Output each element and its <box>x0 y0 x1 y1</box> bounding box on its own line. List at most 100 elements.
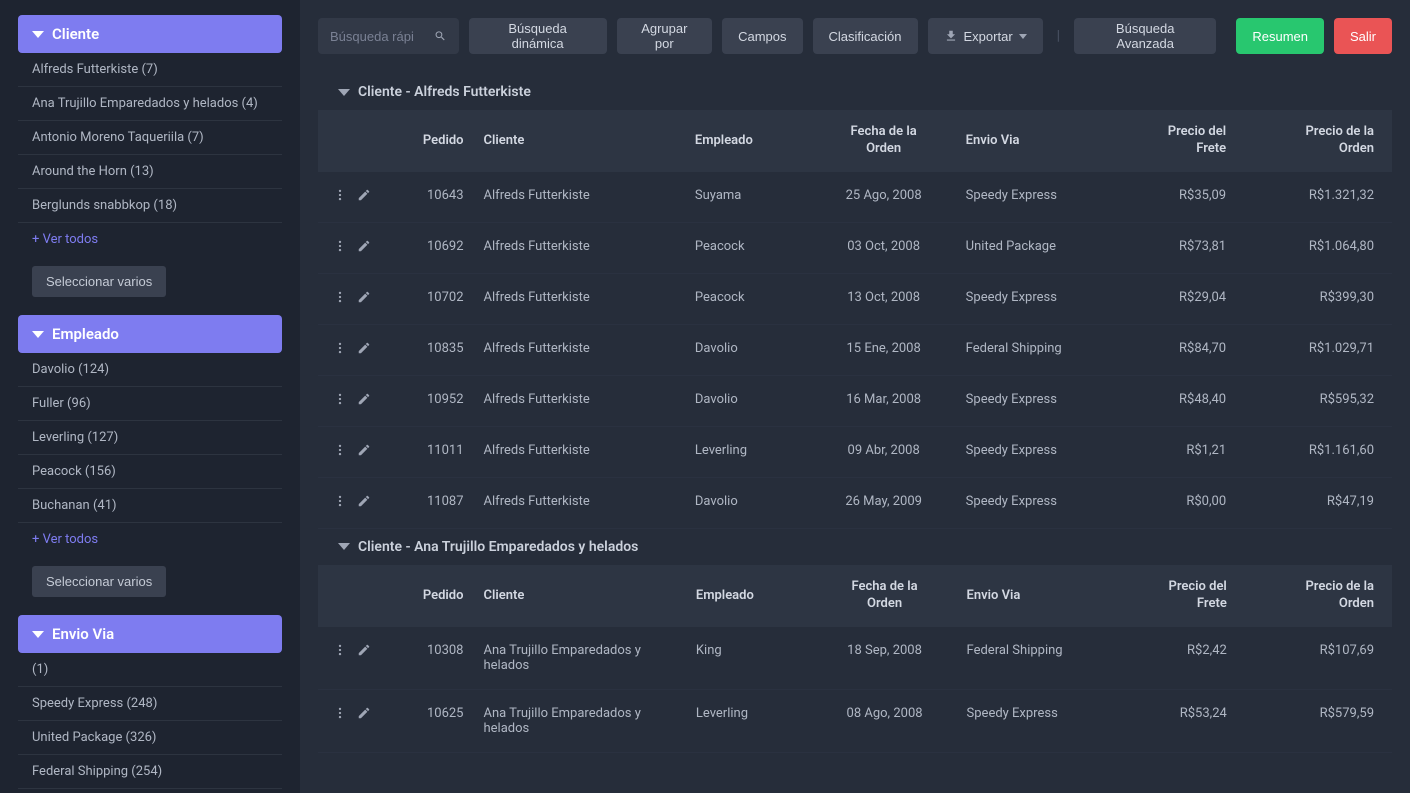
table-row[interactable]: 10308Ana Trujillo Emparedados y heladosK… <box>318 627 1392 690</box>
filter-item[interactable]: Fuller (96) <box>18 387 282 421</box>
seleccionar-varios-button[interactable]: Seleccionar varios <box>32 266 166 297</box>
cell-fecha: 03 Oct, 2008 <box>812 222 956 273</box>
col-fecha[interactable]: Fecha de laOrden <box>813 565 957 627</box>
filter-item[interactable]: Berglunds snabbkop (18) <box>18 189 282 223</box>
filter-item[interactable]: Antonio Moreno Taqueriila (7) <box>18 121 282 155</box>
collapse-icon <box>338 543 350 550</box>
table-row[interactable]: 10702Alfreds FutterkistePeacock13 Oct, 2… <box>318 273 1392 324</box>
filter-header[interactable]: Envio Via <box>18 615 282 653</box>
cell-orden: R$595,32 <box>1236 375 1392 426</box>
campos-button[interactable]: Campos <box>722 18 802 54</box>
cell-fecha: 13 Oct, 2008 <box>812 273 956 324</box>
col-pedido[interactable]: Pedido <box>385 110 473 172</box>
cell-envio: Speedy Express <box>956 426 1110 477</box>
group-header[interactable]: Cliente - Alfreds Futterkiste <box>318 74 1392 110</box>
search-input[interactable] <box>330 29 434 44</box>
cell-frete: R$29,04 <box>1110 273 1236 324</box>
ver-todos-link[interactable]: + Ver todos <box>18 523 282 556</box>
col-cliente[interactable]: Cliente <box>473 565 685 627</box>
filter-item[interactable]: Davolio (124) <box>18 353 282 387</box>
table-row[interactable]: 11087Alfreds FutterkisteDavolio26 May, 2… <box>318 477 1392 528</box>
agrupar-button[interactable]: Agrupar por <box>617 18 713 54</box>
cell-fecha: 15 Ene, 2008 <box>812 324 956 375</box>
cell-orden: R$1.161,60 <box>1236 426 1392 477</box>
more-icon[interactable] <box>333 392 347 406</box>
ver-todos-link[interactable]: + Ver todos <box>18 223 282 256</box>
exportar-label: Exportar <box>964 29 1013 44</box>
edit-icon[interactable] <box>357 392 371 406</box>
col-pedido[interactable]: Pedido <box>385 565 473 627</box>
more-icon[interactable] <box>333 188 347 202</box>
table-row[interactable]: 10625Ana Trujillo Emparedados y heladosL… <box>318 689 1392 752</box>
resumen-button[interactable]: Resumen <box>1236 18 1324 54</box>
edit-icon[interactable] <box>357 643 371 657</box>
seleccionar-varios-button[interactable]: Seleccionar varios <box>32 566 166 597</box>
filter-item[interactable]: Speedy Express (248) <box>18 687 282 721</box>
filter-item[interactable]: United Package (326) <box>18 721 282 755</box>
edit-icon[interactable] <box>357 443 371 457</box>
col-orden[interactable]: Precio de laOrden <box>1236 110 1392 172</box>
cell-orden: R$107,69 <box>1237 627 1392 690</box>
col-fecha[interactable]: Fecha de laOrden <box>812 110 956 172</box>
table-row[interactable]: 10952Alfreds FutterkisteDavolio16 Mar, 2… <box>318 375 1392 426</box>
group-title: Cliente - Ana Trujillo Emparedados y hel… <box>358 539 638 555</box>
group-header[interactable]: Cliente - Ana Trujillo Emparedados y hel… <box>318 529 1392 565</box>
exportar-button[interactable]: Exportar <box>928 18 1043 54</box>
cell-empleado: King <box>686 627 813 690</box>
cell-envio: Speedy Express <box>956 172 1110 223</box>
edit-icon[interactable] <box>357 494 371 508</box>
filter-item[interactable]: Leverling (127) <box>18 421 282 455</box>
salir-button[interactable]: Salir <box>1334 18 1392 54</box>
table-row[interactable]: 11011Alfreds FutterkisteLeverling09 Abr,… <box>318 426 1392 477</box>
filter-item[interactable]: (1) <box>18 653 282 687</box>
col-cliente[interactable]: Cliente <box>474 110 685 172</box>
col-orden[interactable]: Precio de laOrden <box>1237 565 1392 627</box>
more-icon[interactable] <box>333 443 347 457</box>
more-icon[interactable] <box>333 290 347 304</box>
filter-item[interactable]: Buchanan (41) <box>18 489 282 523</box>
table-row[interactable]: 10692Alfreds FutterkistePeacock03 Oct, 2… <box>318 222 1392 273</box>
more-icon[interactable] <box>333 494 347 508</box>
busqueda-avanzada-button[interactable]: Búsqueda Avanzada <box>1074 18 1216 54</box>
cell-empleado: Leverling <box>686 689 813 752</box>
cell-pedido: 10625 <box>385 689 473 752</box>
cell-empleado: Peacock <box>685 273 812 324</box>
more-icon[interactable] <box>333 643 347 657</box>
col-frete[interactable]: Precio delFrete <box>1111 565 1237 627</box>
search-box[interactable] <box>318 18 459 54</box>
more-icon[interactable] <box>333 341 347 355</box>
filter-item[interactable]: Around the Horn (13) <box>18 155 282 189</box>
cell-orden: R$1.321,32 <box>1236 172 1392 223</box>
cell-frete: R$53,24 <box>1111 689 1237 752</box>
more-icon[interactable] <box>333 239 347 253</box>
filter-header[interactable]: Cliente <box>18 15 282 53</box>
filter-header[interactable]: Empleado <box>18 315 282 353</box>
edit-icon[interactable] <box>357 188 371 202</box>
toolbar: Búsqueda dinámica Agrupar por Campos Cla… <box>318 18 1392 54</box>
filter-title: Envio Via <box>52 625 114 643</box>
more-icon[interactable] <box>333 706 347 720</box>
cell-cliente: Ana Trujillo Emparedados y helados <box>473 627 685 690</box>
clasificacion-button[interactable]: Clasificación <box>813 18 918 54</box>
collapse-icon <box>338 89 350 96</box>
edit-icon[interactable] <box>357 341 371 355</box>
cell-pedido: 10643 <box>385 172 473 223</box>
filter-item[interactable]: Ana Trujillo Emparedados y helados (4) <box>18 87 282 121</box>
filter-item[interactable]: Alfreds Futterkiste (7) <box>18 53 282 87</box>
col-frete[interactable]: Precio delFrete <box>1110 110 1236 172</box>
cell-envio: Speedy Express <box>956 273 1110 324</box>
edit-icon[interactable] <box>357 706 371 720</box>
col-empleado[interactable]: Empleado <box>685 110 812 172</box>
cell-orden: R$1.064,80 <box>1236 222 1392 273</box>
filter-item[interactable]: Peacock (156) <box>18 455 282 489</box>
table-row[interactable]: 10643Alfreds FutterkisteSuyama25 Ago, 20… <box>318 172 1392 223</box>
col-envio[interactable]: Envio Via <box>957 565 1111 627</box>
col-empleado[interactable]: Empleado <box>686 565 813 627</box>
filter-item[interactable]: Federal Shipping (254) <box>18 755 282 789</box>
main-content: Búsqueda dinámica Agrupar por Campos Cla… <box>300 0 1410 793</box>
busqueda-dinamica-button[interactable]: Búsqueda dinámica <box>469 18 607 54</box>
edit-icon[interactable] <box>357 239 371 253</box>
table-row[interactable]: 10835Alfreds FutterkisteDavolio15 Ene, 2… <box>318 324 1392 375</box>
edit-icon[interactable] <box>357 290 371 304</box>
col-envio[interactable]: Envio Via <box>956 110 1110 172</box>
